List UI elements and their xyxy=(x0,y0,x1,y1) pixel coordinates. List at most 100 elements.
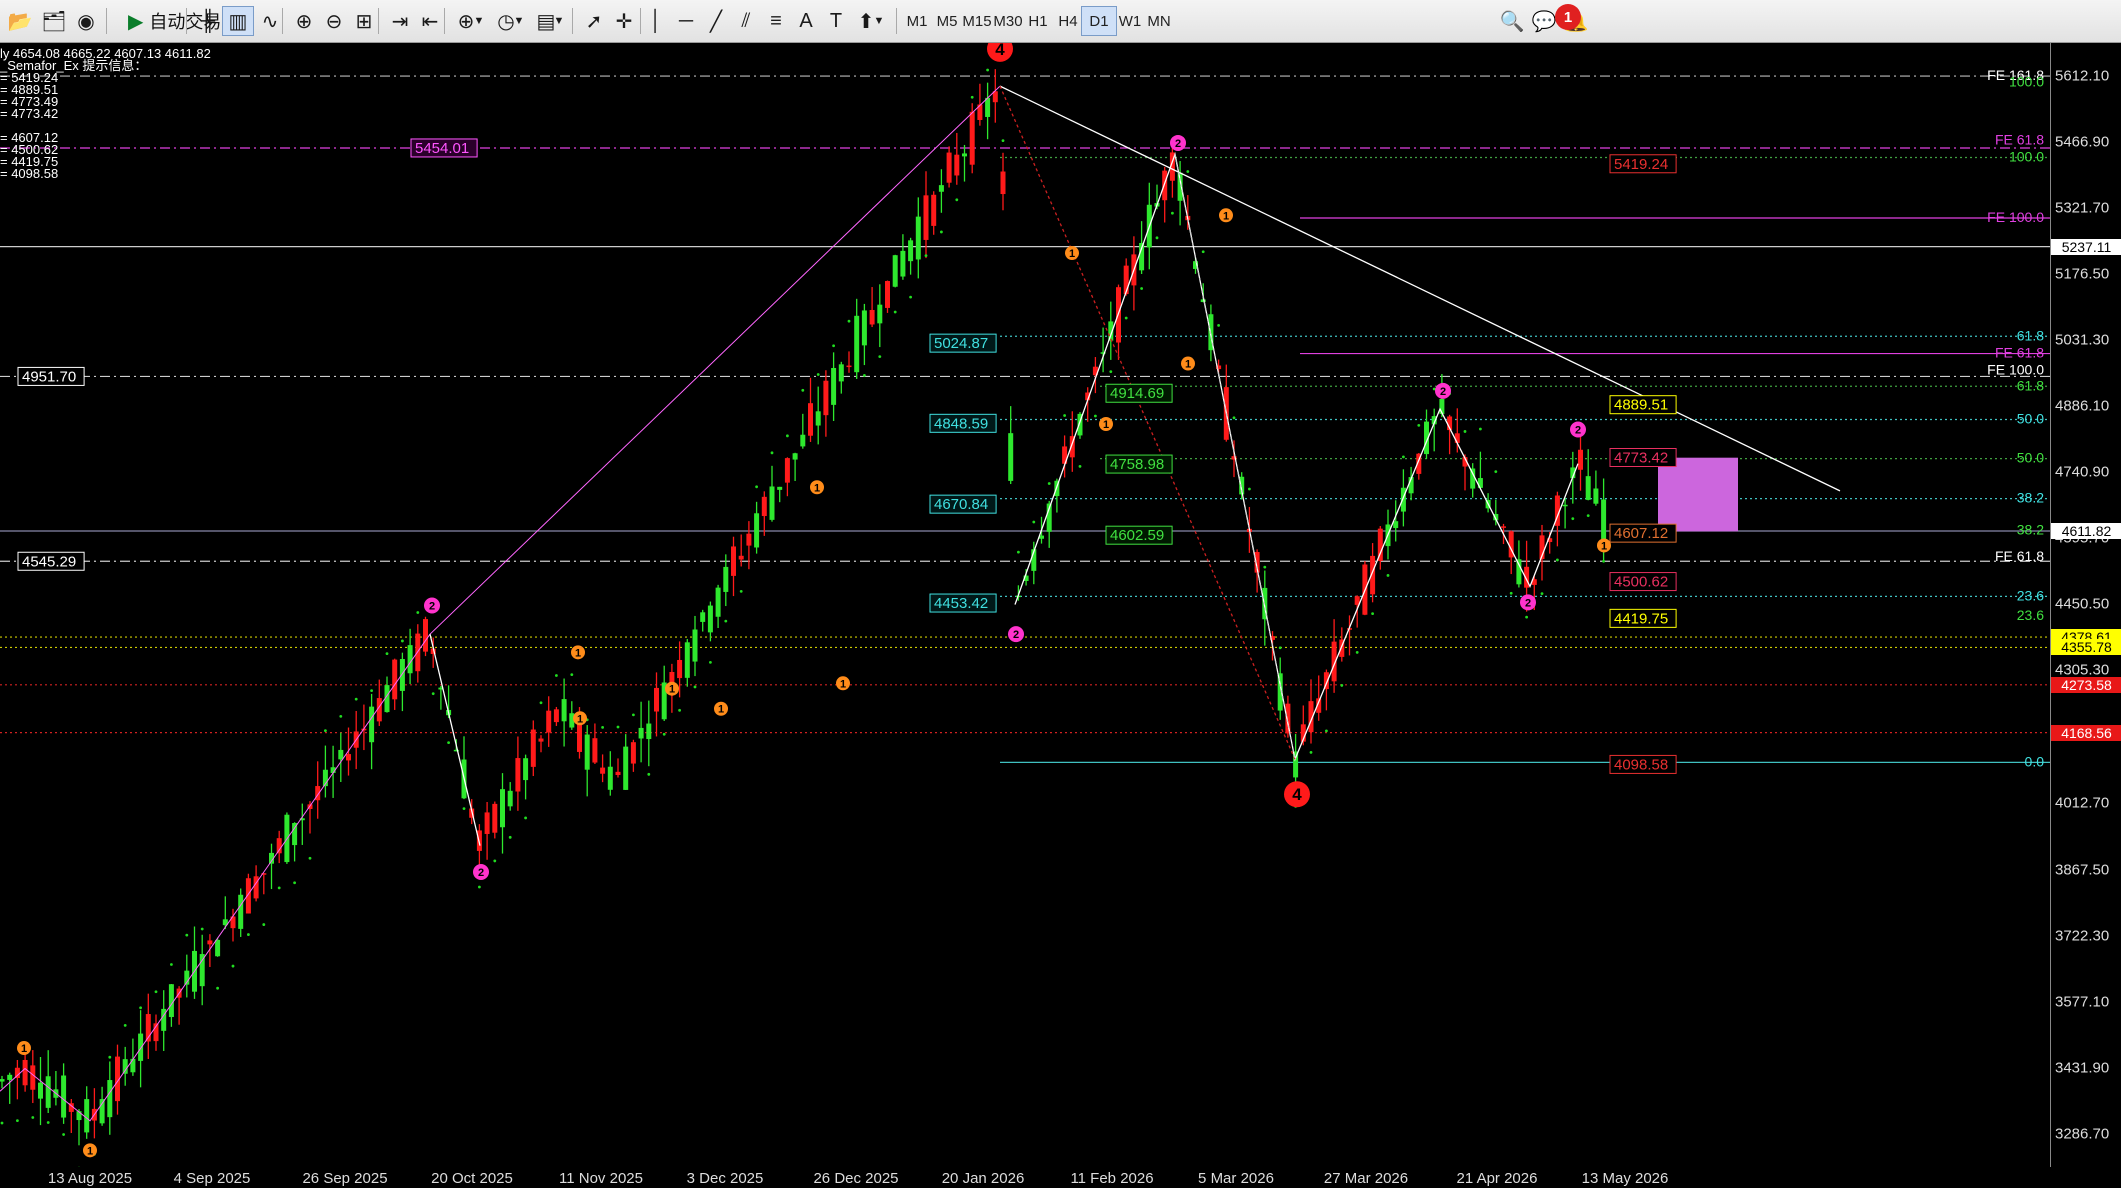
auto-scroll-icon[interactable]: ⇥ xyxy=(384,6,416,36)
sar-dot xyxy=(878,355,882,359)
semafor-label: 2 xyxy=(1175,138,1181,150)
candle-body xyxy=(623,746,629,790)
sar-dot xyxy=(1232,416,1236,420)
fib-label-cyan: 5024.87 xyxy=(934,335,988,352)
candle-body xyxy=(638,727,644,739)
sar-dot xyxy=(647,772,651,776)
candle-body xyxy=(854,315,860,373)
sar-dot xyxy=(1248,487,1251,491)
candle-body xyxy=(692,629,698,662)
vertical-line-icon[interactable]: │ xyxy=(640,6,672,36)
candle-body xyxy=(923,195,929,240)
candles xyxy=(0,69,1607,1146)
text-icon[interactable]: A xyxy=(790,6,822,36)
semafor-level-label: 5419.24 xyxy=(1614,156,1668,173)
crosshair-icon[interactable]: ✛ xyxy=(608,6,640,36)
notification-badge[interactable]: 1 xyxy=(1555,4,1581,30)
tile-windows-icon[interactable]: ⊞ xyxy=(348,6,380,36)
candle-body xyxy=(630,742,636,764)
sar-dot xyxy=(893,310,897,314)
price-chart[interactable]: 4951.70 4545.29 5454.01 5024.87 4848.59 4670.… xyxy=(0,43,2050,1167)
chevron-down-icon[interactable]: ▼ xyxy=(552,6,566,36)
sar-dot xyxy=(1047,482,1051,485)
semafor-label: 1 xyxy=(1069,248,1075,260)
cursor-icon[interactable]: ➚ xyxy=(578,6,610,36)
candle-body xyxy=(1400,487,1406,512)
candle-body xyxy=(22,1059,28,1086)
sar-dot xyxy=(493,859,497,863)
sar-dot xyxy=(200,927,204,931)
sar-dot xyxy=(385,652,389,656)
candle-body xyxy=(546,710,552,733)
sar-dot xyxy=(524,816,527,820)
sar-dot xyxy=(601,725,604,729)
horizontal-line-icon[interactable]: ─ xyxy=(670,6,702,36)
sar-dot xyxy=(1278,646,1282,650)
candlestick-icon[interactable]: ▥ xyxy=(222,6,254,36)
sar-dot xyxy=(478,885,481,889)
zoom-out-icon[interactable]: ⊖ xyxy=(318,6,350,36)
semafor-label: 1 xyxy=(1185,359,1191,371)
price-tick: 3867.50 xyxy=(2055,861,2110,879)
candle-body xyxy=(1501,526,1506,528)
price-tick: 4450.50 xyxy=(2055,595,2110,613)
semafor-label: 2 xyxy=(1525,597,1531,609)
fib-diagonal xyxy=(1174,154,1296,760)
market-watch-icon[interactable]: ◉ xyxy=(70,6,102,36)
sar-dot xyxy=(909,295,912,299)
price-axis[interactable]: 5612.10 5466.90 5321.70 5176.50 5031.30 4886.… xyxy=(2050,43,2121,1167)
sar-dot xyxy=(1479,427,1482,431)
price-tick: 3722.30 xyxy=(2055,927,2110,945)
candle-body xyxy=(1593,488,1599,504)
sar-dot xyxy=(1063,414,1066,417)
text-label-icon[interactable]: T xyxy=(820,6,852,36)
candle-body xyxy=(1601,499,1607,545)
semafor-label: 2 xyxy=(1575,424,1581,436)
folder-open-icon[interactable]: 📂 xyxy=(4,6,36,36)
sar-dot xyxy=(62,1133,65,1136)
candle-body xyxy=(1585,476,1591,500)
trendline-icon[interactable]: ╱ xyxy=(700,6,732,36)
fib-ratio-label: FE 61.8 xyxy=(1995,548,2044,564)
fibonacci-icon[interactable]: ≡ xyxy=(760,6,792,36)
sar-dot xyxy=(1094,414,1097,418)
candle-body xyxy=(399,659,405,691)
candle-body xyxy=(130,1058,136,1073)
sar-dot xyxy=(1078,464,1082,468)
fib-ratio-label: 23.6 xyxy=(2017,587,2044,603)
date-label: 20 Jan 2026 xyxy=(941,1170,1025,1187)
semafor-label: 1 xyxy=(718,704,724,716)
sar-dot xyxy=(293,881,296,885)
semafor-value: = 4773.42 xyxy=(0,106,59,121)
sar-dot xyxy=(508,835,512,839)
candle-body xyxy=(1470,468,1476,489)
candle-body xyxy=(1008,433,1014,481)
chevron-down-icon[interactable]: ▼ xyxy=(472,6,486,36)
chart-shift-icon[interactable]: ⇤ xyxy=(414,6,446,36)
profiles-icon[interactable]: 🗂 xyxy=(38,6,70,36)
level-label-left: 4951.70 xyxy=(22,368,76,385)
candle-body xyxy=(122,1059,128,1074)
chevron-down-icon[interactable]: ▼ xyxy=(512,6,526,36)
candle-body xyxy=(523,758,529,781)
semafor-label: 1 xyxy=(1601,540,1607,552)
price-tick: 4886.10 xyxy=(2055,397,2110,415)
candle-body xyxy=(1162,170,1168,201)
zoom-in-icon[interactable]: ⊕ xyxy=(288,6,320,36)
tf-mn[interactable]: MN xyxy=(1141,6,1177,36)
channel-icon[interactable]: ⫽ xyxy=(730,6,762,36)
candle-body xyxy=(530,729,536,767)
sar-dot xyxy=(1371,612,1374,616)
candle-body xyxy=(861,310,867,346)
sar-dot xyxy=(185,933,189,937)
candle-body xyxy=(1000,171,1006,195)
bar-chart-icon[interactable]: ╫ xyxy=(192,6,224,36)
zigzag-white xyxy=(429,634,481,846)
search-icon[interactable]: 🔍 xyxy=(1496,6,1528,36)
candle-body xyxy=(199,954,205,987)
chevron-down-icon[interactable]: ▼ xyxy=(872,6,886,36)
date-label: 13 Aug 2025 xyxy=(47,1170,133,1187)
semafor-level-label: 4773.42 xyxy=(1614,450,1668,467)
candle-body xyxy=(615,771,621,775)
fib-ratio-label: 0.0 xyxy=(2025,753,2045,769)
